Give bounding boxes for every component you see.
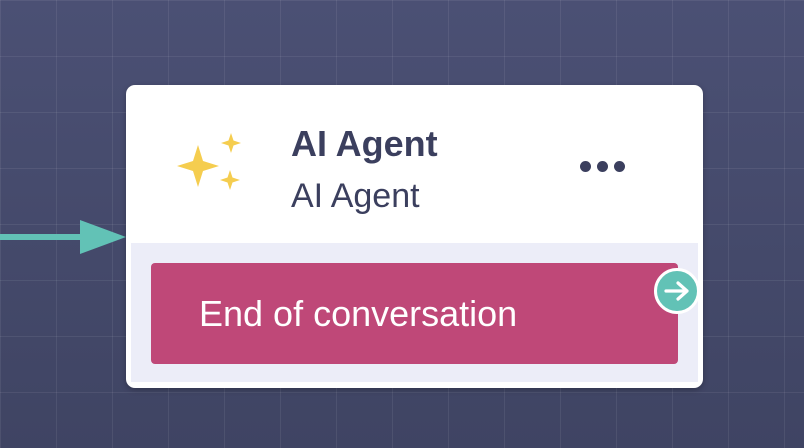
node-header: AI Agent AI Agent — [126, 85, 703, 243]
end-of-conversation-button[interactable]: End of conversation — [151, 263, 678, 364]
node-subtitle: AI Agent — [291, 177, 420, 215]
incoming-connector-arrowhead — [80, 220, 126, 254]
arrow-right-icon — [664, 281, 689, 301]
more-horizontal-icon-dot — [596, 160, 608, 172]
sparkles-icon — [177, 133, 241, 190]
more-horizontal-icon-dot — [613, 160, 625, 172]
ai-agent-node[interactable]: AI Agent AI Agent End of conversation — [126, 85, 703, 388]
flow-canvas[interactable]: AI Agent AI Agent End of conversation — [0, 0, 804, 448]
more-options-button[interactable] — [574, 151, 630, 181]
end-of-conversation-label: End of conversation — [199, 293, 518, 334]
output-port[interactable] — [654, 268, 700, 314]
more-horizontal-icon — [579, 160, 591, 172]
node-title: AI Agent — [291, 123, 438, 164]
node-body: End of conversation — [131, 243, 700, 382]
